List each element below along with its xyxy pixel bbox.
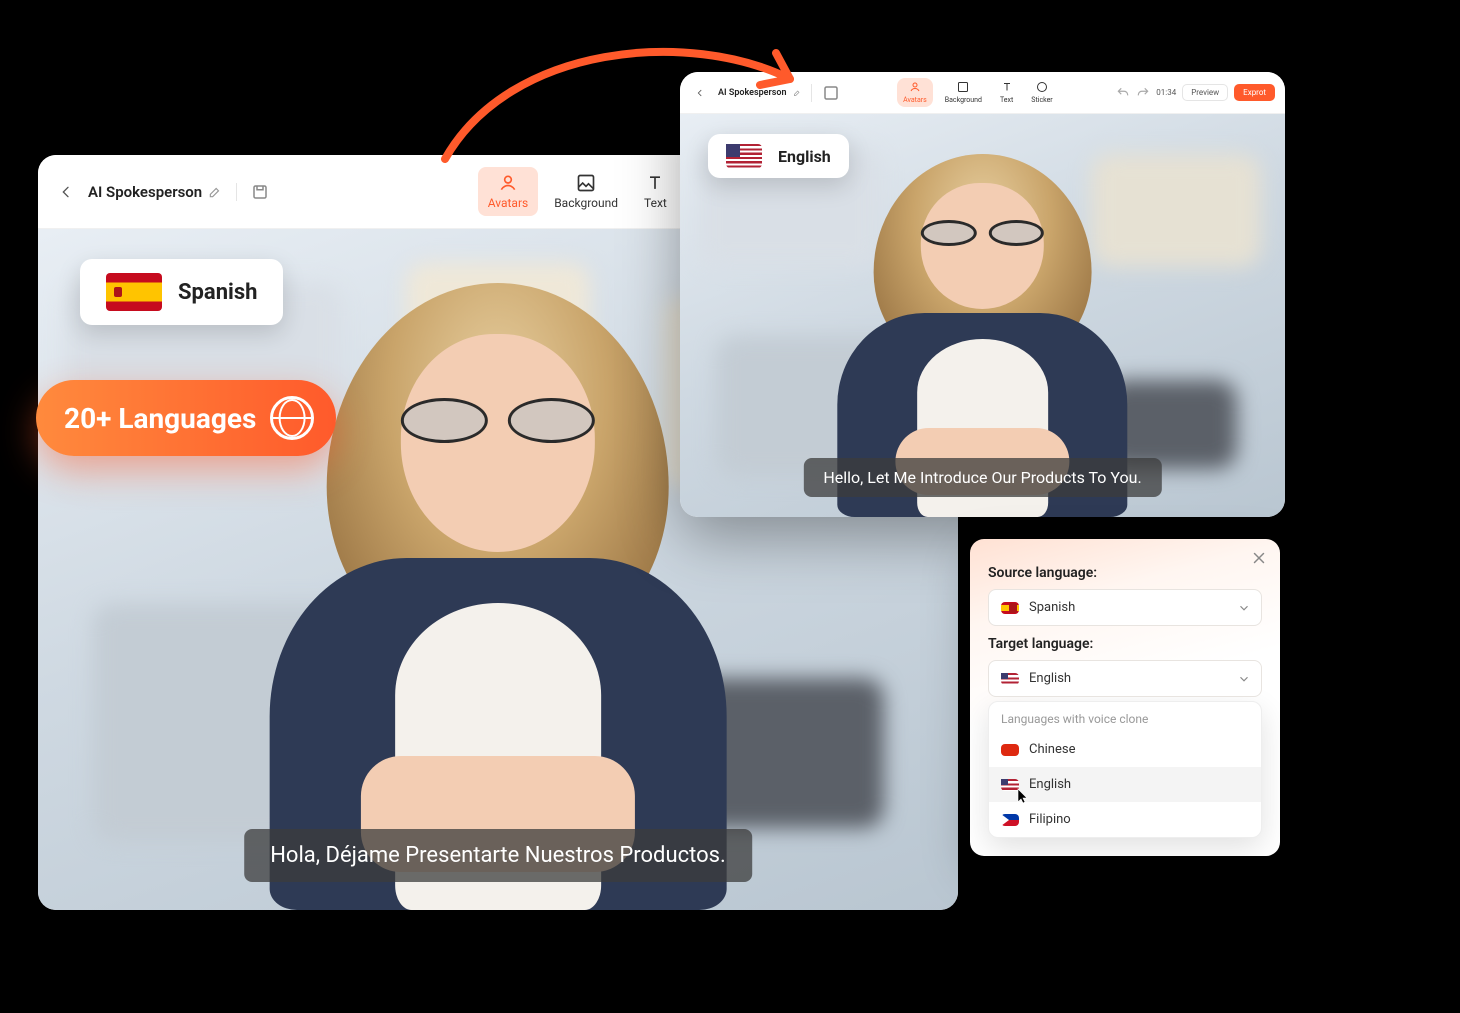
background-icon	[957, 81, 969, 93]
flag-spain-icon	[1001, 602, 1019, 614]
caption-bar: Hola, Déjame Presentarte Nuestros Produc…	[244, 829, 752, 882]
tab-label: Background	[554, 196, 618, 210]
target-language-select[interactable]: English	[988, 660, 1262, 697]
tab-label: Sticker	[1031, 96, 1052, 104]
sticker-icon	[1036, 81, 1048, 93]
source-language-select[interactable]: Spanish	[988, 589, 1262, 626]
edit-icon[interactable]	[793, 89, 801, 97]
tab-background[interactable]: Background	[544, 167, 628, 216]
dropdown-option-chinese[interactable]: Chinese	[989, 732, 1261, 767]
avatar-glasses	[921, 220, 1044, 246]
divider	[236, 183, 237, 201]
language-chip-label: Spanish	[178, 280, 257, 305]
tab-label: Avatars	[903, 96, 927, 104]
flag-usa-icon	[726, 144, 762, 168]
flag-spain-icon	[106, 273, 162, 311]
tab-text[interactable]: Text	[994, 78, 1019, 107]
chevron-left-icon	[695, 88, 705, 98]
edit-icon[interactable]	[208, 185, 222, 199]
text-icon	[645, 173, 665, 193]
tab-label: Text	[644, 196, 667, 210]
option-label: English	[1029, 777, 1071, 792]
export-button[interactable]: Exprot	[1234, 84, 1275, 101]
option-label: Filipino	[1029, 812, 1071, 827]
close-icon	[1250, 549, 1268, 567]
preview-button[interactable]: Preview	[1182, 84, 1228, 101]
divider	[811, 84, 812, 102]
source-language-label: Source language:	[988, 565, 1262, 581]
toolbar-right: 01:34 Preview Exprot	[1116, 84, 1275, 101]
target-language-value: English	[1029, 671, 1071, 686]
source-language-value: Spanish	[1029, 600, 1075, 615]
save-icon[interactable]	[251, 183, 269, 201]
background-icon	[576, 173, 596, 193]
language-chip-label: English	[778, 147, 831, 166]
tab-label: Background	[945, 96, 982, 104]
text-icon	[1001, 81, 1013, 93]
tab-sticker[interactable]: Sticker	[1025, 78, 1058, 107]
flag-china-icon	[1001, 744, 1019, 756]
avatar-face	[401, 334, 595, 552]
avatar-face	[921, 183, 1044, 309]
languages-badge: 20+ Languages	[36, 380, 336, 456]
project-title-text: AI Spokesperson	[88, 183, 202, 201]
flag-usa-icon	[1001, 673, 1019, 685]
tab-text[interactable]: Text	[634, 167, 677, 216]
dropdown-option-filipino[interactable]: Filipino	[989, 802, 1261, 837]
chevron-left-icon	[58, 184, 74, 200]
target-language-dropdown: Languages with voice clone Chinese Engli…	[988, 701, 1262, 838]
project-title-text: AI Spokesperson	[718, 88, 787, 98]
undo-icon[interactable]	[1116, 86, 1130, 100]
avatar-icon	[498, 173, 518, 193]
dropdown-section-header: Languages with voice clone	[989, 702, 1261, 732]
avatar-glasses	[401, 398, 595, 443]
tool-tabs: Avatars Background Text Sticker	[897, 78, 1059, 107]
avatar-icon	[909, 81, 921, 93]
dropdown-option-english[interactable]: English	[989, 767, 1261, 802]
caption-bar: Hello, Let Me Introduce Our Products To …	[803, 458, 1161, 497]
toolbar: AI Spokesperson Avatars Background Text …	[680, 72, 1285, 114]
project-title: AI Spokesperson	[718, 88, 801, 98]
back-button[interactable]	[690, 83, 710, 103]
caption-text: Hello, Let Me Introduce Our Products To …	[823, 468, 1141, 487]
globe-icon	[270, 396, 314, 440]
language-panel: Source language: Spanish Target language…	[970, 539, 1280, 856]
language-chip-english: English	[708, 134, 849, 178]
language-chip-spanish: Spanish	[80, 259, 283, 325]
chevron-down-icon	[1237, 672, 1251, 686]
chevron-down-icon	[1237, 601, 1251, 615]
save-icon[interactable]	[822, 84, 840, 102]
tab-background[interactable]: Background	[939, 78, 988, 107]
close-button[interactable]	[1250, 549, 1268, 567]
tab-avatars[interactable]: Avatars	[478, 167, 539, 216]
canvas[interactable]: English Hello, Let Me Introduce Our Prod…	[680, 114, 1285, 517]
back-button[interactable]	[56, 182, 76, 202]
option-label: Chinese	[1029, 742, 1075, 757]
caption-text: Hola, Déjame Presentarte Nuestros Produc…	[270, 843, 726, 868]
tab-label: Avatars	[488, 196, 529, 210]
target-language-label: Target language:	[988, 636, 1262, 652]
flag-philippines-icon	[1001, 814, 1019, 826]
badge-label: 20+ Languages	[64, 402, 256, 435]
tab-label: Text	[1000, 96, 1013, 104]
redo-icon[interactable]	[1136, 86, 1150, 100]
project-title: AI Spokesperson	[88, 183, 222, 201]
tab-avatars[interactable]: Avatars	[897, 78, 933, 107]
timecode: 01:34	[1156, 88, 1176, 97]
editor-window-target: AI Spokesperson Avatars Background Text …	[680, 72, 1285, 517]
